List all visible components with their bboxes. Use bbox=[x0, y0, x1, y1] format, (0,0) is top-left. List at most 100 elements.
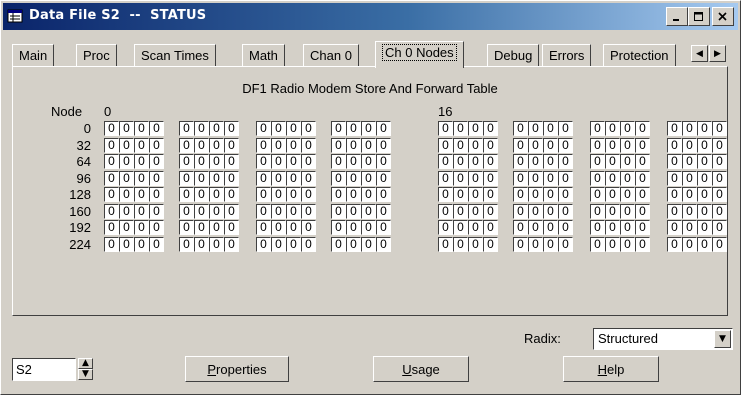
node-bit-field[interactable]: 0 bbox=[468, 204, 483, 219]
node-bit-field[interactable]: 0 bbox=[119, 154, 134, 169]
node-bit-field[interactable]: 0 bbox=[667, 220, 682, 235]
node-bit-field[interactable]: 0 bbox=[483, 237, 498, 252]
node-bit-field[interactable]: 0 bbox=[453, 138, 468, 153]
node-bit-field[interactable]: 0 bbox=[361, 171, 376, 186]
node-bit-field[interactable]: 0 bbox=[605, 154, 620, 169]
node-bit-field[interactable]: 0 bbox=[119, 121, 134, 136]
maximize-button[interactable] bbox=[688, 7, 710, 26]
node-bit-field[interactable]: 0 bbox=[605, 171, 620, 186]
node-bit-field[interactable]: 0 bbox=[438, 121, 453, 136]
node-bit-field[interactable]: 0 bbox=[346, 204, 361, 219]
node-bit-field[interactable]: 0 bbox=[224, 121, 239, 136]
node-bit-field[interactable]: 0 bbox=[209, 138, 224, 153]
node-bit-field[interactable]: 0 bbox=[697, 237, 712, 252]
node-bit-field[interactable]: 0 bbox=[438, 204, 453, 219]
node-bit-field[interactable]: 0 bbox=[224, 138, 239, 153]
node-bit-field[interactable]: 0 bbox=[209, 220, 224, 235]
node-bit-field[interactable]: 0 bbox=[635, 220, 650, 235]
tab-math[interactable]: Math bbox=[242, 44, 285, 67]
node-bit-field[interactable]: 0 bbox=[271, 171, 286, 186]
node-bit-field[interactable]: 0 bbox=[209, 171, 224, 186]
tab-scan-times[interactable]: Scan Times bbox=[134, 44, 216, 67]
node-bit-field[interactable]: 0 bbox=[209, 204, 224, 219]
usage-button[interactable]: Usage bbox=[373, 356, 469, 382]
node-bit-field[interactable]: 0 bbox=[361, 220, 376, 235]
node-bit-field[interactable]: 0 bbox=[376, 121, 391, 136]
tab-ch-0-nodes[interactable]: Ch 0 Nodes bbox=[375, 41, 464, 68]
node-bit-field[interactable]: 0 bbox=[468, 121, 483, 136]
node-bit-field[interactable]: 0 bbox=[271, 237, 286, 252]
tab-scroll-left-button[interactable]: ◀ bbox=[691, 45, 708, 62]
node-bit-field[interactable]: 0 bbox=[605, 204, 620, 219]
node-bit-field[interactable]: 0 bbox=[194, 121, 209, 136]
node-bit-field[interactable]: 0 bbox=[134, 138, 149, 153]
node-bit-field[interactable]: 0 bbox=[104, 171, 119, 186]
node-bit-field[interactable]: 0 bbox=[635, 138, 650, 153]
node-bit-field[interactable]: 0 bbox=[256, 171, 271, 186]
node-bit-field[interactable]: 0 bbox=[271, 138, 286, 153]
node-bit-field[interactable]: 0 bbox=[712, 220, 727, 235]
node-bit-field[interactable]: 0 bbox=[301, 154, 316, 169]
node-bit-field[interactable]: 0 bbox=[286, 138, 301, 153]
node-bit-field[interactable]: 0 bbox=[620, 237, 635, 252]
node-bit-field[interactable]: 0 bbox=[346, 121, 361, 136]
node-bit-field[interactable]: 0 bbox=[468, 237, 483, 252]
help-button[interactable]: Help bbox=[563, 356, 659, 382]
node-bit-field[interactable]: 0 bbox=[301, 121, 316, 136]
node-bit-field[interactable]: 0 bbox=[331, 154, 346, 169]
node-bit-field[interactable]: 0 bbox=[605, 121, 620, 136]
node-bit-field[interactable]: 0 bbox=[286, 121, 301, 136]
node-bit-field[interactable]: 0 bbox=[682, 237, 697, 252]
node-bit-field[interactable]: 0 bbox=[590, 121, 605, 136]
node-bit-field[interactable]: 0 bbox=[620, 138, 635, 153]
node-bit-field[interactable]: 0 bbox=[179, 171, 194, 186]
node-bit-field[interactable]: 0 bbox=[149, 171, 164, 186]
node-bit-field[interactable]: 0 bbox=[331, 138, 346, 153]
node-bit-field[interactable]: 0 bbox=[513, 187, 528, 202]
node-bit-field[interactable]: 0 bbox=[682, 187, 697, 202]
node-bit-field[interactable]: 0 bbox=[697, 204, 712, 219]
node-bit-field[interactable]: 0 bbox=[483, 187, 498, 202]
node-bit-field[interactable]: 0 bbox=[179, 187, 194, 202]
node-bit-field[interactable]: 0 bbox=[590, 237, 605, 252]
node-bit-field[interactable]: 0 bbox=[286, 220, 301, 235]
node-bit-field[interactable]: 0 bbox=[682, 121, 697, 136]
node-bit-field[interactable]: 0 bbox=[528, 220, 543, 235]
node-bit-field[interactable]: 0 bbox=[149, 187, 164, 202]
node-bit-field[interactable]: 0 bbox=[513, 121, 528, 136]
node-bit-field[interactable]: 0 bbox=[361, 204, 376, 219]
node-bit-field[interactable]: 0 bbox=[590, 204, 605, 219]
node-bit-field[interactable]: 0 bbox=[104, 237, 119, 252]
node-bit-field[interactable]: 0 bbox=[697, 187, 712, 202]
node-bit-field[interactable]: 0 bbox=[483, 121, 498, 136]
node-bit-field[interactable]: 0 bbox=[271, 220, 286, 235]
node-bit-field[interactable]: 0 bbox=[543, 121, 558, 136]
node-bit-field[interactable]: 0 bbox=[543, 154, 558, 169]
node-bit-field[interactable]: 0 bbox=[256, 204, 271, 219]
node-bit-field[interactable]: 0 bbox=[697, 121, 712, 136]
node-bit-field[interactable]: 0 bbox=[590, 138, 605, 153]
node-bit-field[interactable]: 0 bbox=[697, 138, 712, 153]
node-bit-field[interactable]: 0 bbox=[605, 138, 620, 153]
node-bit-field[interactable]: 0 bbox=[134, 171, 149, 186]
node-bit-field[interactable]: 0 bbox=[543, 237, 558, 252]
node-bit-field[interactable]: 0 bbox=[453, 171, 468, 186]
node-bit-field[interactable]: 0 bbox=[712, 171, 727, 186]
node-bit-field[interactable]: 0 bbox=[513, 237, 528, 252]
node-bit-field[interactable]: 0 bbox=[119, 138, 134, 153]
node-bit-field[interactable]: 0 bbox=[635, 121, 650, 136]
node-bit-field[interactable]: 0 bbox=[513, 171, 528, 186]
node-bit-field[interactable]: 0 bbox=[483, 138, 498, 153]
tab-proc[interactable]: Proc bbox=[76, 44, 117, 67]
node-bit-field[interactable]: 0 bbox=[209, 121, 224, 136]
node-bit-field[interactable]: 0 bbox=[528, 237, 543, 252]
node-bit-field[interactable]: 0 bbox=[256, 187, 271, 202]
node-bit-field[interactable]: 0 bbox=[667, 187, 682, 202]
node-bit-field[interactable]: 0 bbox=[224, 154, 239, 169]
node-bit-field[interactable]: 0 bbox=[224, 237, 239, 252]
node-bit-field[interactable]: 0 bbox=[682, 154, 697, 169]
node-bit-field[interactable]: 0 bbox=[620, 171, 635, 186]
node-bit-field[interactable]: 0 bbox=[361, 121, 376, 136]
node-bit-field[interactable]: 0 bbox=[376, 154, 391, 169]
node-bit-field[interactable]: 0 bbox=[104, 121, 119, 136]
